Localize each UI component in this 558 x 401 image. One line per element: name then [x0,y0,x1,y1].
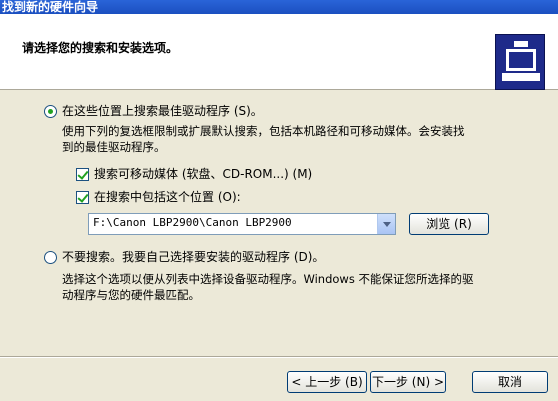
location-value[interactable]: F:\Canon LBP2900\Canon LBP2900 [93,216,292,229]
search-removable-checkbox[interactable] [76,168,89,181]
dont-search-label[interactable]: 不要搜索。我要自己选择要安装的驱动程序 (D)。 [62,249,324,265]
title-bar: 找到新的硬件向导 [0,0,558,14]
search-best-label[interactable]: 在这些位置上搜索最佳驱动程序 (S)。 [62,103,263,119]
window-title: 找到新的硬件向导 [2,0,99,14]
include-location-checkbox[interactable] [76,191,89,204]
search-best-description-line1: 使用下列的复选框限制或扩展默认搜索，包括本机路径和可移动媒体。会安装找 [62,124,465,138]
dont-search-description-line2: 动程序与您的硬件最匹配。 [62,288,200,302]
hardware-icon [495,34,545,90]
back-button[interactable]: < 上一步 (B) [287,371,367,393]
chevron-down-icon[interactable] [377,214,395,234]
cancel-button[interactable]: 取消 [472,371,548,393]
wizard-header: 请选择您的搜索和安装选项。 [0,14,558,90]
search-best-description-line2: 到的最佳驱动程序。 [62,140,166,154]
wizard-content: 在这些位置上搜索最佳驱动程序 (S)。 使用下列的复选框限制或扩展默认搜索，包括… [0,91,558,341]
next-button[interactable]: 下一步 (N) > [370,371,446,393]
search-removable-label[interactable]: 搜索可移动媒体 (软盘、CD-ROM...) (M) [94,166,312,182]
dont-search-description-line1: 选择这个选项以便从列表中选择设备驱动程序。Windows 不能保证您所选择的驱 [62,272,474,286]
header-title: 请选择您的搜索和安装选项。 [22,41,179,55]
search-best-radio[interactable] [44,105,57,118]
footer-separator [0,356,558,358]
include-location-label[interactable]: 在搜索中包括这个位置 (O): [94,189,241,205]
location-combobox[interactable]: F:\Canon LBP2900\Canon LBP2900 [88,213,396,235]
browse-button[interactable]: 浏览 (R) [409,213,489,235]
dont-search-radio[interactable] [44,251,57,264]
